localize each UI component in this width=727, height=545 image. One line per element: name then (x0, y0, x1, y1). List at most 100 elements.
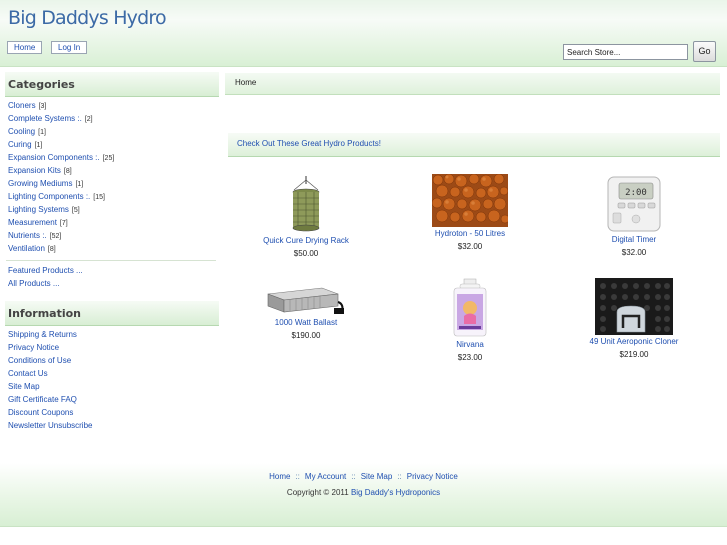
category-link[interactable]: Cloners (8, 101, 36, 110)
copyright-link[interactable]: Big Daddy's Hydroponics (351, 488, 440, 497)
cloner-icon[interactable] (595, 278, 673, 335)
list-item: All Products ... (8, 277, 83, 290)
list-item: Lighting Systems [5] (8, 203, 114, 216)
list-item: Ventilation [8] (8, 242, 114, 255)
product-name-link[interactable]: Digital Timer (559, 234, 709, 245)
category-count: [1] (75, 181, 84, 188)
info-link[interactable]: Gift Certificate FAQ (8, 395, 77, 404)
product-name-link[interactable]: Hydroton - 50 Litres (395, 228, 545, 239)
category-link[interactable]: Expansion Components :. (8, 153, 100, 162)
list-item: Featured Products ... (8, 264, 83, 277)
information-heading: Information (5, 301, 219, 326)
categories-heading: Categories (5, 72, 219, 97)
site-footer: Home:: My Account:: Site Map:: Privacy Noti… (0, 463, 727, 527)
info-link[interactable]: Discount Coupons (8, 408, 73, 417)
category-count: [8] (63, 168, 72, 175)
list-item: Privacy Notice (8, 341, 92, 354)
category-link[interactable]: Lighting Components :. (8, 192, 90, 201)
product-price: $23.00 (457, 353, 483, 362)
footer-home-link[interactable]: Home (269, 472, 290, 481)
category-count: [1] (34, 142, 43, 149)
information-list: Shipping & Returns Privacy Notice Condit… (8, 328, 92, 432)
product-name-link[interactable]: 49 Unit Aeroponic Cloner (559, 336, 709, 347)
digital-timer-icon[interactable]: 2:00 (604, 175, 664, 233)
category-count: [1] (38, 129, 46, 136)
category-count: [8] (47, 246, 56, 253)
footer-sitemap-link[interactable]: Site Map (361, 472, 393, 481)
info-link[interactable]: Shipping & Returns (8, 330, 77, 339)
category-link[interactable]: Ventilation (8, 244, 45, 253)
list-item: Complete Systems :. [2] (8, 112, 114, 125)
footer-links: Home:: My Account:: Site Map:: Privacy Noti… (0, 472, 727, 481)
breadcrumb-home[interactable]: Home (235, 78, 256, 87)
list-item: Newsletter Unsubscribe (8, 419, 92, 432)
sidebar-divider (6, 260, 216, 261)
product-card: 49 Unit Aeroponic Cloner $219.00 (559, 278, 709, 360)
product-price: $32.00 (621, 248, 647, 257)
list-item: Shipping & Returns (8, 328, 92, 341)
category-link[interactable]: Growing Mediums (8, 179, 72, 188)
clay-pebbles-icon[interactable] (432, 174, 508, 227)
drying-rack-icon[interactable] (286, 176, 326, 234)
product-price: $50.00 (293, 249, 319, 258)
product-card: 2:00 Digital Timer $32.00 (559, 175, 709, 258)
list-item: Expansion Components :. [25] (8, 151, 114, 164)
category-count: [5] (71, 207, 80, 214)
info-link[interactable]: Newsletter Unsubscribe (8, 421, 92, 430)
products-heading: Check Out These Great Hydro Products! (228, 133, 720, 157)
category-link[interactable]: Cooling (8, 127, 35, 136)
category-link[interactable]: Expansion Kits (8, 166, 61, 175)
footer-privacy-link[interactable]: Privacy Notice (407, 472, 458, 481)
list-item: Site Map (8, 380, 92, 393)
footer-account-link[interactable]: My Account (305, 472, 346, 481)
list-item: Discount Coupons (8, 406, 92, 419)
category-count: [3] (38, 103, 47, 110)
list-item: Contact Us (8, 367, 92, 380)
nav-login-button[interactable]: Log In (51, 41, 88, 54)
search-input[interactable] (563, 44, 688, 60)
product-price: $32.00 (457, 242, 483, 251)
breadcrumb: Home (225, 73, 720, 95)
category-link[interactable]: Lighting Systems (8, 205, 69, 214)
footer-separator: :: (351, 472, 356, 481)
search-go-button[interactable]: Go (693, 41, 716, 62)
product-price: $219.00 (619, 350, 649, 359)
category-count: [15] (93, 194, 105, 201)
copyright-text: Copyright © 2011 (286, 488, 351, 497)
site-header: Big Daddys Hydro Home Log In Go (0, 0, 727, 67)
category-link[interactable]: Curing (8, 140, 32, 149)
categories-list: Cloners [3] Complete Systems :. [2] Coolin… (8, 99, 114, 255)
svg-text:2:00: 2:00 (625, 188, 647, 198)
copyright: Copyright © 2011 Big Daddy's Hydroponics (0, 488, 727, 497)
product-name-link[interactable]: Quick Cure Drying Rack (231, 235, 381, 246)
list-item: Lighting Components :. [15] (8, 190, 114, 203)
category-link[interactable]: Complete Systems :. (8, 114, 82, 123)
list-item: Gift Certificate FAQ (8, 393, 92, 406)
category-link[interactable]: Measurement (8, 218, 57, 227)
category-count: [25] (102, 155, 115, 162)
info-link[interactable]: Site Map (8, 382, 40, 391)
product-price: $190.00 (291, 331, 321, 340)
info-link[interactable]: Privacy Notice (8, 343, 59, 352)
site-logo[interactable]: Big Daddys Hydro (8, 7, 167, 29)
list-item: Growing Mediums [1] (8, 177, 114, 190)
info-link[interactable]: Contact Us (8, 369, 48, 378)
product-name-link[interactable]: 1000 Watt Ballast (231, 317, 381, 328)
category-count: [2] (84, 116, 93, 123)
product-card: Quick Cure Drying Rack $50.00 (231, 176, 381, 259)
footer-separator: :: (397, 472, 402, 481)
featured-products-link[interactable]: Featured Products ... (8, 266, 83, 275)
list-item: Cloners [3] (8, 99, 114, 112)
category-link[interactable]: Nutrients :. (8, 231, 47, 240)
nutrient-bottle-icon[interactable] (450, 278, 490, 338)
all-products-link[interactable]: All Products ... (8, 279, 60, 288)
ballast-icon[interactable] (266, 282, 346, 316)
info-link[interactable]: Conditions of Use (8, 356, 71, 365)
list-item: Cooling [1] (8, 125, 114, 138)
product-card: Hydroton - 50 Litres $32.00 (395, 174, 545, 252)
featured-links: Featured Products ... All Products ... (8, 264, 83, 290)
list-item: Nutrients :. [52] (8, 229, 114, 242)
nav-home-button[interactable]: Home (7, 41, 43, 54)
category-count: [7] (59, 220, 68, 227)
product-name-link[interactable]: Nirvana (395, 339, 545, 350)
